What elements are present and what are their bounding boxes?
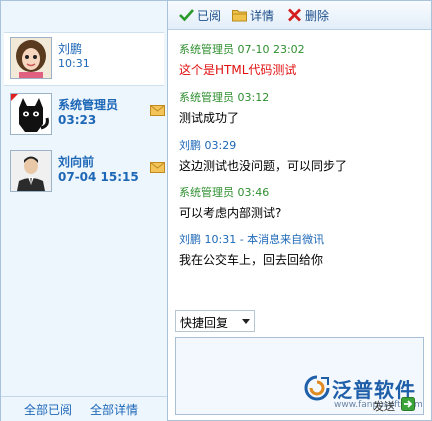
folder-icon <box>232 10 247 22</box>
message-item: 系统管理员 03:46 可以考虑内部测试? <box>179 184 429 221</box>
mark-read-button[interactable]: 已阅 <box>179 7 221 23</box>
message-toolbar: 已阅 详情 删除 <box>168 1 431 30</box>
message-header: 系统管理员 07-10 23:02 <box>179 43 305 56</box>
send-arrow-icon <box>401 397 415 411</box>
quick-reply-value: 快捷回复 <box>180 316 229 330</box>
delete-x-icon <box>288 8 301 22</box>
message-header: 刘鹏 10:31 - 本消息来自微讯 <box>179 233 325 246</box>
contact-item[interactable]: 刘鹏 10:31 <box>4 32 164 86</box>
message-header: 系统管理员 03:46 <box>179 186 270 199</box>
contact-time: 07-04 15:15 <box>58 170 139 184</box>
message-body: 测试成功了 <box>179 111 240 125</box>
contact-name: 刘向前 <box>58 155 95 169</box>
message-item: 刘鹏 03:29 这边测试也没问题，可以同步了 <box>179 137 429 174</box>
send-button[interactable]: 发送 <box>373 397 417 413</box>
contact-list-footer: 全部已阅 全部详情 <box>1 396 167 421</box>
message-body: 可以考虑内部测试? <box>179 206 282 220</box>
unread-flag-icon <box>11 94 18 101</box>
message-header: 刘鹏 03:29 <box>179 139 237 152</box>
brand-logo-icon <box>304 375 330 401</box>
mail-icon <box>150 162 165 173</box>
message-item: 系统管理员 07-10 23:02 这个是HTML代码测试 <box>179 41 429 78</box>
contact-list: 刘鹏 10:31 系统管理员 03:23 刘向前 07-04 15:15 全部已… <box>1 1 168 421</box>
messenger-window: 刘鹏 10:31 系统管理员 03:23 刘向前 07-04 15:15 全部已… <box>0 0 432 421</box>
mark-read-label: 已阅 <box>197 9 222 23</box>
send-label: 发送 <box>373 400 395 413</box>
message-item: 系统管理员 03:12 测试成功了 <box>179 89 429 126</box>
all-details-link[interactable]: 全部详情 <box>90 401 138 418</box>
check-icon <box>179 9 194 22</box>
man-avatar-icon <box>10 150 52 192</box>
details-label: 详情 <box>250 9 275 23</box>
message-body: 这边测试也没问题，可以同步了 <box>179 159 348 173</box>
contact-time: 03:23 <box>58 113 97 127</box>
contact-time: 10:31 <box>58 57 90 70</box>
contact-name: 系统管理员 <box>58 98 119 112</box>
chevron-down-icon <box>242 319 250 324</box>
message-body: 这个是HTML代码测试 <box>179 63 297 77</box>
contact-item[interactable]: 系统管理员 03:23 <box>4 89 165 141</box>
mark-all-read-link[interactable]: 全部已阅 <box>24 401 72 418</box>
message-header: 系统管理员 03:12 <box>179 91 270 104</box>
message-item: 刘鹏 10:31 - 本消息来自微讯 我在公交车上，回去回给你 <box>179 231 429 268</box>
cat-avatar-icon <box>10 93 52 135</box>
message-body: 我在公交车上，回去回给你 <box>179 253 324 267</box>
girl-avatar-icon <box>10 37 52 79</box>
contact-name: 刘鹏 <box>58 42 83 56</box>
details-button[interactable]: 详情 <box>232 7 274 23</box>
mail-icon <box>150 105 165 116</box>
delete-button[interactable]: 删除 <box>287 7 329 23</box>
quick-reply-select[interactable]: 快捷回复 <box>175 310 255 332</box>
contact-item[interactable]: 刘向前 07-04 15:15 <box>4 146 165 198</box>
delete-label: 删除 <box>305 9 330 23</box>
